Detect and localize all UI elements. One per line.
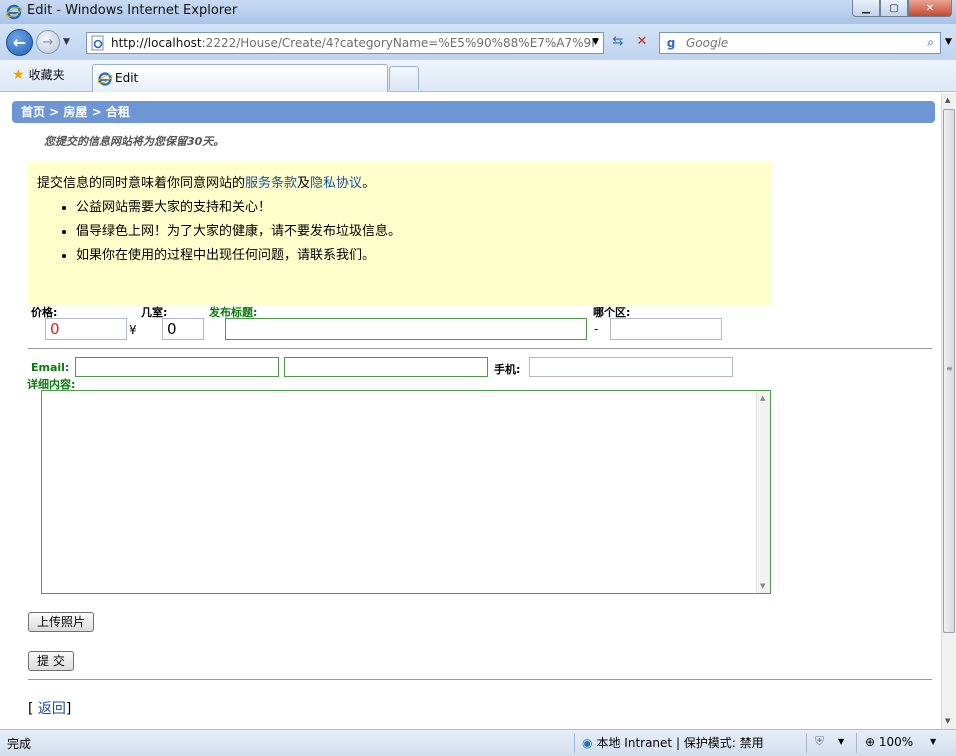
forward-arrow-icon: →	[42, 34, 54, 50]
terms-of-service-link[interactable]: 服务条款	[245, 176, 297, 191]
search-options-dropdown-icon[interactable]: ▼	[945, 37, 952, 47]
new-tab-button[interactable]	[389, 66, 419, 90]
star-icon: ★	[12, 67, 25, 83]
detail-textarea[interactable]: ▲ ▼	[41, 390, 771, 594]
bracket-open: [	[28, 701, 38, 717]
close-button[interactable]: ✕	[908, 0, 952, 17]
email-confirm-input[interactable]	[284, 357, 488, 377]
currency-symbol: ¥	[129, 323, 137, 337]
zoom-text: 100%	[878, 735, 914, 749]
info-list: 公益网站需要大家的支持和关心！ 倡导绿色上网！为了大家的健康，请不要发布垃圾信息…	[36, 196, 401, 268]
stop-icon[interactable]: ✕	[632, 34, 652, 54]
scrollbar-thumb[interactable]: ≡	[943, 109, 955, 633]
zone-text: 本地 Intranet | 保护模式: 禁用	[596, 736, 764, 750]
address-bar[interactable]: http://localhost:2222/House/Create/4?cat…	[86, 32, 604, 54]
terms-suffix: 。	[362, 176, 376, 191]
tab-edit[interactable]: Edit	[92, 64, 388, 92]
shield-dropdown-icon[interactable]: ▼	[838, 737, 844, 746]
shield-icon[interactable]: ⛨	[815, 734, 824, 749]
terms-text: 提交信息的同时意味着你同意网站的服务条款及隐私协议。	[37, 172, 375, 191]
favorites-label: 收藏夹	[28, 68, 65, 82]
page-content: 首页 > 房屋 > 合租 您提交的信息网站将为您保留30天。 提交信息的同时意味…	[0, 93, 941, 729]
tab-label: Edit	[115, 71, 139, 85]
terms-prefix: 提交信息的同时意味着你同意网站的	[37, 176, 246, 191]
scroll-up-icon[interactable]: ▲	[760, 394, 765, 402]
submit-button[interactable]: 提 交	[28, 651, 74, 671]
scroll-down-icon[interactable]: ▼	[945, 717, 950, 725]
url-host: http://localhost	[111, 36, 202, 50]
maximize-button[interactable]: ▢	[880, 0, 908, 17]
google-icon: g	[666, 36, 676, 50]
refresh-icon[interactable]: ⇆	[608, 34, 628, 54]
window-controls: ▁ ▢ ✕	[852, 0, 952, 18]
retention-notice: 您提交的信息网站将为您保留30天。	[44, 135, 225, 148]
scroll-down-icon[interactable]: ▼	[760, 582, 765, 590]
back-button[interactable]: ←	[6, 29, 33, 56]
navigation-bar: ← → ▼ http://localhost:2222/House/Create…	[0, 24, 956, 60]
terms-and: 及	[297, 176, 311, 191]
email-input[interactable]	[75, 357, 279, 377]
favorites-bar: ★ 收藏夹 Edit	[0, 60, 956, 92]
divider	[28, 679, 932, 680]
title-input[interactable]	[225, 318, 587, 340]
breadcrumb[interactable]: 首页 > 房屋 > 合租	[12, 101, 935, 123]
zoom-dropdown-icon[interactable]: ▼	[930, 737, 936, 746]
divider	[806, 733, 807, 753]
address-dropdown-icon[interactable]: ▼	[592, 37, 599, 47]
forward-button[interactable]: →	[36, 30, 60, 54]
bracket-close: ]	[65, 701, 72, 717]
address-url[interactable]: http://localhost:2222/House/Create/4?cat…	[111, 36, 598, 50]
favorites-button[interactable]: ★ 收藏夹	[12, 66, 65, 83]
divider	[574, 733, 575, 753]
textarea-scrollbar[interactable]: ▲ ▼	[756, 391, 770, 593]
search-placeholder[interactable]: Google	[686, 36, 728, 50]
email-label: Email:	[31, 361, 70, 374]
dash-separator: -	[594, 322, 599, 336]
back-link[interactable]: 返回	[38, 701, 66, 717]
globe-icon: ◉	[582, 736, 593, 750]
divider	[28, 348, 932, 349]
back-link-wrapper: [ 返回]	[28, 698, 71, 718]
history-dropdown-icon[interactable]: ▼	[63, 37, 70, 47]
list-item: 如果你在使用的过程中出现任何问题，请联系我们。	[76, 244, 401, 268]
district-input[interactable]	[610, 318, 722, 340]
ie-logo-icon	[6, 4, 22, 20]
back-arrow-icon: ←	[12, 33, 27, 52]
phone-input[interactable]	[529, 357, 733, 377]
divider	[856, 733, 857, 753]
page-scrollbar[interactable]: ▲ ≡ ▼	[941, 93, 956, 729]
privacy-policy-link[interactable]: 隐私协议	[310, 176, 362, 191]
title-bar: Edit - Windows Internet Explorer ▁ ▢ ✕	[0, 0, 956, 24]
phone-label: 手机:	[494, 363, 521, 376]
info-box: 提交信息的同时意味着你同意网站的服务条款及隐私协议。 公益网站需要大家的支持和关…	[28, 162, 772, 305]
search-icon[interactable]: ⌕	[927, 35, 934, 50]
upload-photo-button[interactable]: 上传照片	[28, 612, 95, 632]
minimize-button[interactable]: ▁	[852, 0, 880, 17]
zoom-icon: ⊕	[865, 735, 876, 749]
list-item: 公益网站需要大家的支持和关心！	[76, 196, 401, 220]
url-path: :2222/House/Create/4?categoryName=%E5%90…	[201, 36, 599, 50]
page-ie-icon	[91, 35, 104, 51]
grip-icon: ≡	[946, 364, 953, 373]
status-bar: 完成 ◉ 本地 Intranet | 保护模式: 禁用 ⛨ ▼ ⊕ 100% ▼	[0, 729, 956, 756]
search-box[interactable]: g Google ⌕	[659, 32, 941, 54]
price-input[interactable]: 0	[45, 318, 127, 340]
status-text: 完成	[7, 737, 32, 751]
rooms-input[interactable]: 0	[162, 318, 204, 340]
zoom-level[interactable]: ⊕ 100%	[865, 735, 913, 749]
scroll-up-icon[interactable]: ▲	[945, 96, 950, 104]
list-item: 倡导绿色上网！为了大家的健康，请不要发布垃圾信息。	[76, 220, 401, 244]
security-zone[interactable]: ◉ 本地 Intranet | 保护模式: 禁用	[582, 734, 764, 751]
tab-ie-icon	[97, 72, 113, 86]
window-title: Edit - Windows Internet Explorer	[27, 3, 238, 18]
